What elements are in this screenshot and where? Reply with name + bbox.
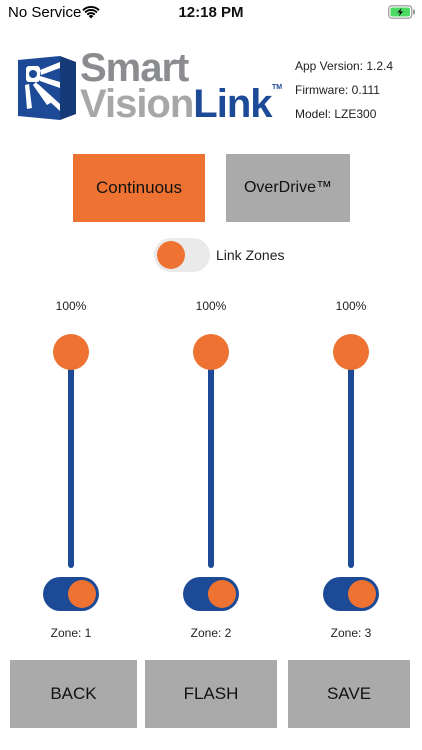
flash-button[interactable]: FLASH <box>145 660 277 728</box>
logo-text-vision: Vision <box>80 82 194 126</box>
model-text: Model: LZE300 <box>295 107 377 121</box>
overdrive-mode-button[interactable]: OverDrive™ <box>226 154 350 222</box>
zone-3-toggle-knob <box>348 580 376 608</box>
zone-1-toggle[interactable] <box>43 577 99 611</box>
zone-3-slider-thumb[interactable] <box>333 334 369 370</box>
zone-1-slider-track[interactable] <box>68 352 74 568</box>
zone-1-level-text: 100% <box>55 299 87 313</box>
logo-trademark: TM <box>272 84 283 91</box>
save-button[interactable]: SAVE <box>288 660 410 728</box>
zone-2-toggle-knob <box>208 580 236 608</box>
zone-1-label: Zone: 1 <box>50 626 92 640</box>
smart-vision-link-logo: Smart VisionLink TM <box>14 46 286 128</box>
back-button[interactable]: BACK <box>10 660 137 728</box>
link-zones-label: Link Zones <box>216 247 285 263</box>
app-version-text: App Version: 1.2.4 <box>295 59 394 73</box>
link-zones-toggle-knob <box>157 241 185 269</box>
battery-charging-icon <box>388 5 415 19</box>
zone-2-level-text: 100% <box>195 299 227 313</box>
continuous-mode-button[interactable]: Continuous <box>73 154 205 222</box>
zone-3-level-text: 100% <box>335 299 367 313</box>
zone-3-toggle[interactable] <box>323 577 379 611</box>
logo-mark-icon <box>18 56 76 120</box>
device-info: App Version: 1.2.4 Firmware: 0.111 Model… <box>295 54 393 126</box>
logo-text-link: Link <box>193 82 272 126</box>
clock: 12:18 PM <box>178 4 244 21</box>
link-zones-toggle[interactable] <box>154 238 210 272</box>
zone-2-label: Zone: 2 <box>190 626 232 640</box>
zone-2-toggle[interactable] <box>183 577 239 611</box>
status-bar: No Service 12:18 PM <box>0 0 422 26</box>
zone-1-toggle-knob <box>68 580 96 608</box>
zone-3-label: Zone: 3 <box>330 626 372 640</box>
zone-2-slider-track[interactable] <box>208 352 214 568</box>
zone-2-slider-thumb[interactable] <box>193 334 229 370</box>
logo-text-visionlink: VisionLink <box>80 82 273 127</box>
zone-3-slider-track[interactable] <box>348 352 354 568</box>
firmware-text: Firmware: 0.111 <box>295 83 380 97</box>
zone-1-slider-thumb[interactable] <box>53 334 89 370</box>
